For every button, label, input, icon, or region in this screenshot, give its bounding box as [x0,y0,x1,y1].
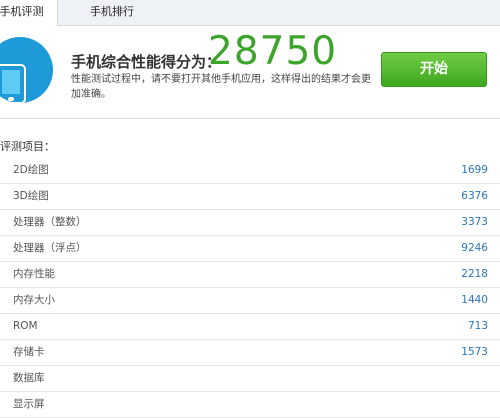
item-name: 内存大小 [13,294,55,306]
benchmark-item-list: 2D绘图 1699 3D绘图 6376 处理器（整数） 3373 处理器（浮点） 9246 内存… [0,158,500,418]
item-name: 处理器（整数） [13,216,87,228]
list-item: 内存大小 1440 [0,288,500,314]
tab-phone-ranking[interactable]: 手机排行 [82,0,142,25]
item-name: ROM [13,320,38,332]
item-name: 3D绘图 [13,190,49,202]
score-description: 性能测试过程中，请不要打开其他手机应用，这样得出的结果才会更加准确。 [71,74,371,100]
item-score: 713 [467,320,488,332]
list-item: 数据库 [0,366,500,392]
score-header: 手机综合性能得分为： 28750 性能测试过程中，请不要打开其他手机应用，这样得… [0,26,500,118]
item-name: 内存性能 [13,268,55,280]
item-name: 数据库 [13,372,45,384]
item-score: 6376 [461,190,488,202]
start-button[interactable]: 开始 [381,52,487,87]
item-name: 存储卡 [13,346,45,358]
score-label: 手机综合性能得分为： [71,53,222,71]
section-title: 评测项目： [0,140,55,153]
list-item: 处理器（整数） 3373 [0,210,500,236]
smartphone-icon [0,37,53,104]
item-score: 2218 [461,268,488,280]
item-name: 显示屏 [13,398,45,410]
list-item: 处理器（浮点） 9246 [0,236,500,262]
list-item: 3D绘图 6376 [0,184,500,210]
item-score: 3373 [461,216,488,228]
item-score: 1699 [461,164,488,176]
item-score: 9246 [461,242,488,254]
score-value: 28750 [208,29,338,74]
list-item: 内存性能 2218 [0,262,500,288]
divider [0,118,500,119]
phone-home-button [8,97,14,101]
item-name: 2D绘图 [13,164,49,176]
item-score: 1573 [461,346,488,358]
list-item: 存储卡 1573 [0,340,500,366]
list-item: 显示屏 [0,392,500,418]
item-name: 处理器（浮点） [13,242,87,254]
list-item: ROM 713 [0,314,500,340]
tab-bar: 手机评测 手机排行 [0,0,500,26]
list-item: 2D绘图 1699 [0,158,500,184]
item-score: 1440 [461,294,488,306]
tab-phone-benchmark[interactable]: 手机评测 [0,0,58,26]
phone-screen [2,70,20,94]
